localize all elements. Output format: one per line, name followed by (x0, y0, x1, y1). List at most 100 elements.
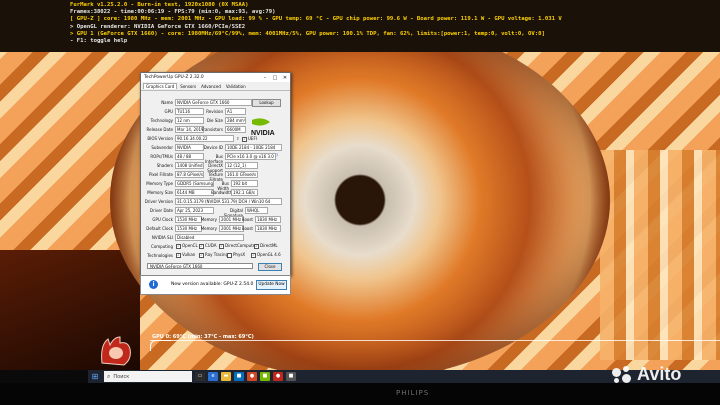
temp-graph-line (150, 340, 720, 341)
directcompute-label: DirectCompute (225, 243, 256, 248)
release-value: Mar 14, 2019 (175, 126, 204, 133)
opengl-checkbox[interactable]: ✓ OpenGL 4.6 (251, 252, 281, 258)
transistors-label: Transistors (201, 127, 223, 132)
diesize-label: Die Size (206, 118, 223, 123)
gpu-label: GPU (164, 109, 173, 114)
digsig-value: WHQL (245, 207, 268, 214)
windows-start-icon[interactable]: ⊞ (88, 370, 102, 383)
tab-graphics-card[interactable]: Graphics Card (143, 83, 178, 89)
defclock-value: 1530 MHz (175, 225, 202, 232)
app-icon-1[interactable]: ● (247, 372, 257, 381)
check-icon: ✓ (176, 252, 181, 258)
taskbar-search[interactable]: ⌕ Поиск (104, 371, 192, 382)
check-icon: ✓ (254, 243, 259, 249)
physx-label: PhysX (233, 252, 246, 257)
osd-gpuz-stats: [ GPU-Z ] core: 1980 MHz - mem: 2001 MHz… (70, 16, 562, 23)
raytracing-checkbox[interactable]: ✓ Ray Tracing (199, 252, 228, 258)
temp-graph-curve (150, 340, 171, 351)
search-icon: ⌕ (107, 372, 111, 380)
memsize-label: Memory Size (147, 190, 173, 195)
diesize-value: 284 mm² (225, 117, 246, 124)
osd-renderer: > OpenGL renderer: NVIDIA GeForce GTX 16… (70, 23, 246, 30)
monitor-bezel (0, 383, 720, 405)
transistors-value: 6600M (225, 126, 246, 133)
update-now-button[interactable]: Update Now (256, 280, 287, 290)
computing-label: Computing (151, 244, 173, 249)
furmark-osd: FurMark v1.25.2.0 - Burn-in test, 1920x1… (70, 2, 562, 45)
check-icon: ✓ (176, 243, 181, 249)
check-icon: ✓ (251, 252, 256, 258)
technologies-label: Technologies (147, 253, 173, 258)
osd-help: - F1: toggle help (70, 38, 128, 45)
gpuz-titlebar[interactable]: TechPowerUp GPU-Z 2.32.0 – □ ✕ (141, 73, 290, 82)
lookup-button[interactable]: Lookup (252, 99, 281, 107)
release-label: Release Date (146, 127, 173, 132)
buswidth-value: 192 bit (231, 180, 258, 187)
edge-icon[interactable]: e (208, 372, 218, 381)
deviceid-label: Device ID (203, 145, 223, 150)
deviceid-value: 10DE 2184 - 10DE 2184 (225, 144, 282, 151)
vulkan-label: Vulkan (182, 252, 196, 257)
check-icon: ✓ (219, 243, 224, 249)
update-notice: i New version available: GPU-Z 2.54.0 Up… (140, 275, 291, 295)
revision-value: A1 (225, 108, 246, 115)
maximize-icon[interactable]: □ (270, 75, 280, 81)
pixel-value: 87.8 GPixel/s (175, 171, 204, 178)
uefi-label: UEFI (248, 136, 257, 141)
shaders-value: 1408 Unified (175, 162, 204, 169)
directcompute-checkbox[interactable]: ✓ DirectCompute (219, 243, 255, 249)
opencl-checkbox[interactable]: ✓ OpenCL (176, 243, 198, 249)
avito-watermark: Avito (612, 364, 681, 385)
close-button[interactable]: Close (258, 263, 282, 271)
osd-frames: Frames:38022 - time:00:06:19 - FPS:79 (m… (70, 9, 276, 16)
uefi-checkbox[interactable]: ✓ UEFI (242, 136, 257, 142)
memtype-label: Memory Type (146, 181, 173, 186)
directml-label: DirectML (260, 243, 278, 248)
vulkan-checkbox[interactable]: ✓ Vulkan (176, 252, 195, 258)
furmark-taskbar-icon[interactable]: ● (273, 372, 283, 381)
tab-advanced[interactable]: Advanced (199, 84, 223, 89)
tab-sensors[interactable]: Sensors (178, 84, 198, 89)
close-icon[interactable]: ✕ (280, 75, 290, 81)
check-icon: ✓ (199, 252, 204, 258)
memsize-value: 6144 MB (175, 189, 214, 196)
driver-value: 31.0.15.3179 (NVIDIA 531.79) DCH / Win10… (175, 198, 282, 205)
share-icon[interactable]: ⇪ (236, 136, 239, 141)
gpuz-window[interactable]: TechPowerUp GPU-Z 2.32.0 – □ ✕ Graphics … (140, 72, 291, 276)
tab-validation[interactable]: Validation (224, 84, 248, 89)
avito-logo-icon (612, 366, 634, 384)
furmark-render-view: FurMark v1.25.2.0 - Burn-in test, 1920x1… (0, 0, 720, 370)
driverdate-label: Driver Date (149, 208, 173, 213)
temp-graph-label: GPU 0: 69°C (min: 37°C - max: 69°C) (152, 334, 254, 340)
pixel-label: Pixel Fillrate (149, 172, 173, 177)
app-icon-2[interactable]: ■ (286, 372, 296, 381)
nvidia-logo: NVIDIA (251, 118, 275, 137)
memory-clock-label: Memory (200, 217, 217, 222)
gpuz-tabs: Graphics Card Sensors Advanced Validatio… (141, 82, 290, 91)
avito-text: Avito (637, 364, 682, 384)
info-icon: i (149, 280, 158, 289)
sli-label: NVIDIA SLI (151, 235, 173, 240)
check-icon: ✓ (199, 243, 204, 249)
defclock-label: Default Clock (146, 226, 173, 231)
minimize-icon[interactable]: – (260, 75, 270, 81)
revision-label: Revision (206, 109, 223, 114)
task-view-icon[interactable]: ▭ (195, 372, 205, 381)
help-icon[interactable]: ? (276, 153, 278, 158)
gpuclock-label: GPU Clock (152, 217, 173, 222)
gpuz-taskbar-icon[interactable]: ■ (260, 372, 270, 381)
file-explorer-icon[interactable]: ▬ (221, 372, 231, 381)
raytracing-label: Ray Tracing (205, 252, 229, 257)
directml-checkbox[interactable]: ✓ DirectML (254, 243, 278, 249)
gpu-select[interactable]: NVIDIA GeForce GTX 1660 (147, 263, 253, 269)
physx-checkbox[interactable]: PhysX (227, 252, 245, 258)
bandwidth-value: 192.1 GB/s (231, 189, 258, 196)
check-icon (227, 252, 232, 258)
store-icon[interactable]: ■ (234, 372, 244, 381)
fur-texture-right (600, 150, 720, 360)
bus-value: PCIe x16 3.0 @ x16 3.0 (225, 153, 276, 160)
name-value: NVIDIA GeForce GTX 1660 (175, 99, 252, 106)
sli-value: Disabled (175, 234, 244, 241)
monitor-brand: PHILIPS (396, 389, 430, 397)
cuda-checkbox[interactable]: ✓ CUDA (199, 243, 216, 249)
